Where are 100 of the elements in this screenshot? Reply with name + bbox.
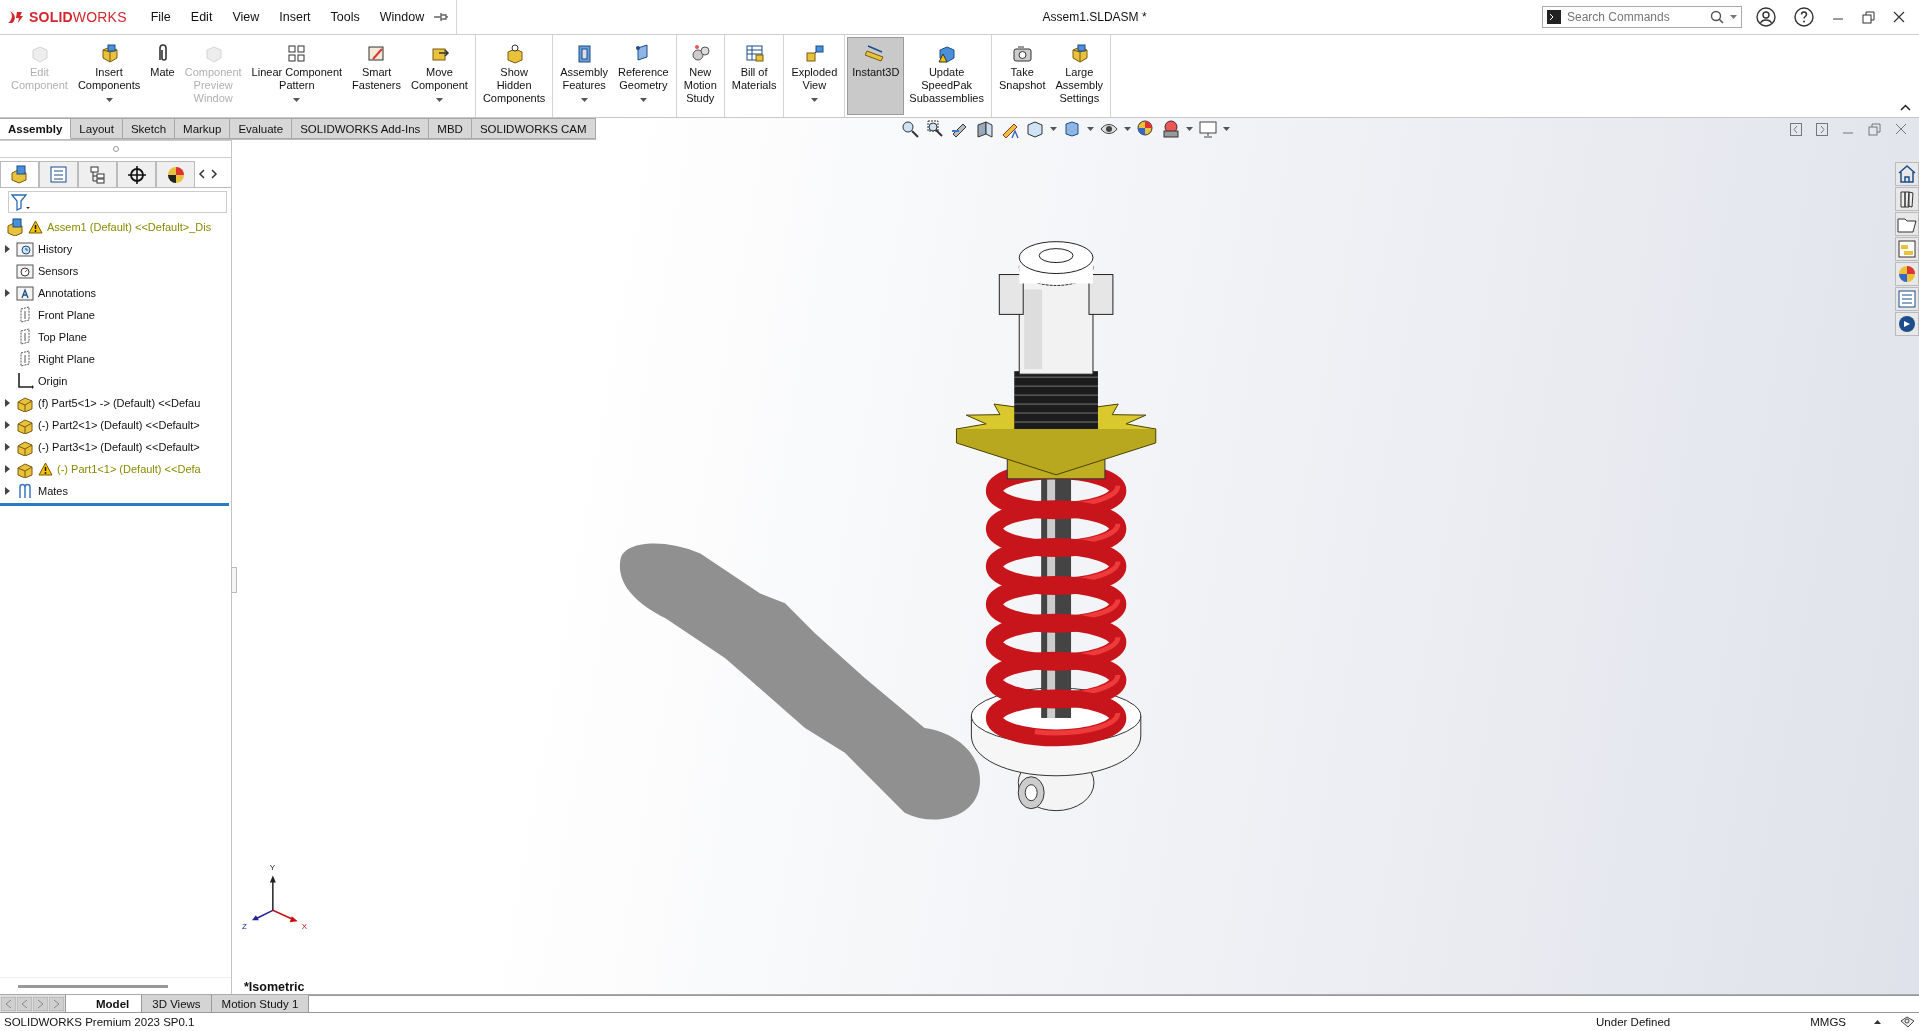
origin-icon	[16, 372, 34, 390]
search-icon[interactable]	[1710, 10, 1724, 24]
tree-item-label[interactable]: (-) Part1<1> (Default) <<Defa	[57, 463, 201, 475]
menu-item[interactable]: Insert	[269, 10, 321, 24]
expand-arrow-icon[interactable]	[4, 443, 10, 451]
menu-item[interactable]: View	[222, 10, 270, 24]
toolbar-button[interactable]: Linear Component Pattern	[246, 37, 348, 115]
monitor-icon[interactable]	[1198, 119, 1218, 139]
expand-arrow-icon[interactable]	[4, 289, 10, 297]
menu-item[interactable]: Tools	[320, 10, 370, 24]
panel-tab[interactable]	[117, 161, 156, 187]
toolbar-button[interactable]: Smart Fasteners	[347, 37, 407, 115]
tree-item-label[interactable]: (-) Part3<1> (Default) <<Default>	[38, 441, 200, 453]
scene-icon[interactable]	[1161, 119, 1181, 139]
tab[interactable]: 3D Views	[142, 995, 212, 1012]
scrollbar-thumb[interactable]	[18, 984, 168, 988]
grip-dot-icon[interactable]	[112, 146, 119, 152]
caret-icon[interactable]	[1050, 127, 1057, 131]
scroll-left-icon[interactable]	[198, 169, 206, 179]
panel-tab[interactable]	[156, 161, 195, 187]
toolbar-button[interactable]: Reference Geometry	[612, 37, 674, 115]
section-view-icon[interactable]	[975, 119, 995, 139]
tree-item-label[interactable]: Top Plane	[38, 331, 87, 343]
menu-item[interactable]: Window	[369, 10, 435, 24]
annotation-folder-icon	[16, 284, 34, 302]
tab[interactable]: SOLIDWORKS Add-Ins	[292, 118, 430, 139]
caret-icon[interactable]	[105, 98, 113, 102]
help-icon[interactable]	[1794, 7, 1814, 27]
tree-item-label[interactable]: Sensors	[38, 265, 79, 277]
tree-item-label[interactable]: (f) Part5<1> -> (Default) <<Defau	[38, 397, 201, 409]
tile-right-icon[interactable]	[1816, 122, 1828, 136]
zoom-fit-icon[interactable]	[900, 119, 920, 139]
axis-label: Z	[241, 922, 247, 932]
tab[interactable]: SOLIDWORKS CAM	[471, 118, 596, 139]
tab[interactable]: Motion Study 1	[211, 995, 310, 1012]
expand-arrow-icon[interactable]	[4, 487, 10, 495]
tree-item-label[interactable]: (-) Part2<1> (Default) <<Default>	[38, 419, 200, 431]
toolbar-button[interactable]: Take Snapshot	[993, 37, 1051, 115]
appearance-ball-icon[interactable]	[1136, 119, 1156, 139]
caret-icon[interactable]	[1124, 127, 1131, 131]
tab[interactable]: Layout	[71, 118, 123, 139]
books-icon[interactable]	[1895, 187, 1919, 211]
toolbar-button[interactable]: Move Component	[406, 37, 473, 115]
pin-icon[interactable]	[434, 12, 449, 22]
search-field[interactable]: Search Commands	[1542, 6, 1742, 28]
tree-item-label[interactable]: Assem1 (Default) <<Default>_Dis	[47, 221, 212, 233]
toolbar-button[interactable]: Instant3D	[847, 37, 905, 115]
units-label[interactable]: MMGS	[1810, 1016, 1846, 1028]
toolbar-button[interactable]: Mate	[145, 37, 180, 115]
tab[interactable]: MBD	[429, 118, 472, 139]
tree-item-label[interactable]: Origin	[38, 375, 68, 387]
caret-icon[interactable]	[1186, 127, 1193, 131]
tree-item-label[interactable]: Annotations	[38, 287, 97, 299]
user-icon[interactable]	[1756, 7, 1776, 27]
tree-item-label[interactable]: Front Plane	[38, 309, 95, 321]
tab[interactable]: Markup	[175, 118, 231, 139]
caret-icon[interactable]	[1730, 15, 1737, 19]
toolbar-button[interactable]: Show Hidden Components	[477, 37, 551, 115]
up-caret-icon[interactable]	[1874, 1020, 1881, 1024]
caret-icon[interactable]	[1087, 127, 1094, 131]
tree-item-label[interactable]: History	[38, 243, 73, 255]
layout-icon[interactable]	[1895, 237, 1919, 261]
toolbar-button[interactable]: Assembly Features	[555, 37, 613, 115]
toolbar-button[interactable]: Large Assembly Settings	[1050, 37, 1109, 115]
tab[interactable]: Evaluate	[230, 118, 293, 139]
home-icon[interactable]	[1895, 162, 1919, 186]
menu-item[interactable]: Edit	[180, 10, 223, 24]
assembly-icon	[9, 164, 30, 185]
zoom-area-icon[interactable]	[925, 119, 945, 139]
collapse-caret-icon[interactable]	[1900, 104, 1911, 111]
close-icon[interactable]	[1893, 11, 1905, 23]
tree-item-label[interactable]: Mates	[38, 485, 68, 497]
terminal-icon	[1547, 10, 1561, 24]
scroll-right-icon[interactable]	[210, 169, 218, 179]
tab[interactable]: Sketch	[122, 118, 176, 139]
tile-left-icon[interactable]	[1790, 122, 1802, 136]
folder-icon[interactable]	[1895, 212, 1919, 236]
tab[interactable]: Assembly	[0, 118, 72, 139]
restore-icon[interactable]	[1862, 10, 1875, 24]
expand-arrow-icon[interactable]	[4, 399, 10, 407]
caret-icon[interactable]	[435, 98, 443, 102]
splitter-handle[interactable]	[231, 567, 237, 593]
expand-arrow-icon[interactable]	[4, 465, 10, 473]
expand-arrow-icon[interactable]	[4, 245, 10, 253]
menu-item[interactable]: File	[140, 10, 181, 24]
toolbar-button[interactable]: New Motion Study	[678, 37, 722, 115]
toolbar-button[interactable]: Bill of Materials	[726, 37, 782, 115]
toolbar-button[interactable]: Update SpeedPak Subassemblies	[904, 37, 989, 115]
tree-item-label[interactable]: Right Plane	[38, 353, 95, 365]
caret-icon[interactable]	[1223, 127, 1230, 131]
caret-icon[interactable]	[639, 98, 647, 102]
globe-icon[interactable]	[1895, 312, 1919, 336]
caret-icon[interactable]	[293, 98, 301, 102]
caret-icon[interactable]	[580, 98, 588, 102]
expand-arrow-icon[interactable]	[4, 421, 10, 429]
toolbar-button[interactable]: Exploded View	[786, 37, 843, 115]
rebuild-icon[interactable]	[1899, 1015, 1915, 1029]
toolbar-button[interactable]: Insert Components	[72, 37, 146, 115]
filter-field[interactable]	[8, 191, 227, 213]
caret-icon[interactable]	[810, 98, 818, 102]
